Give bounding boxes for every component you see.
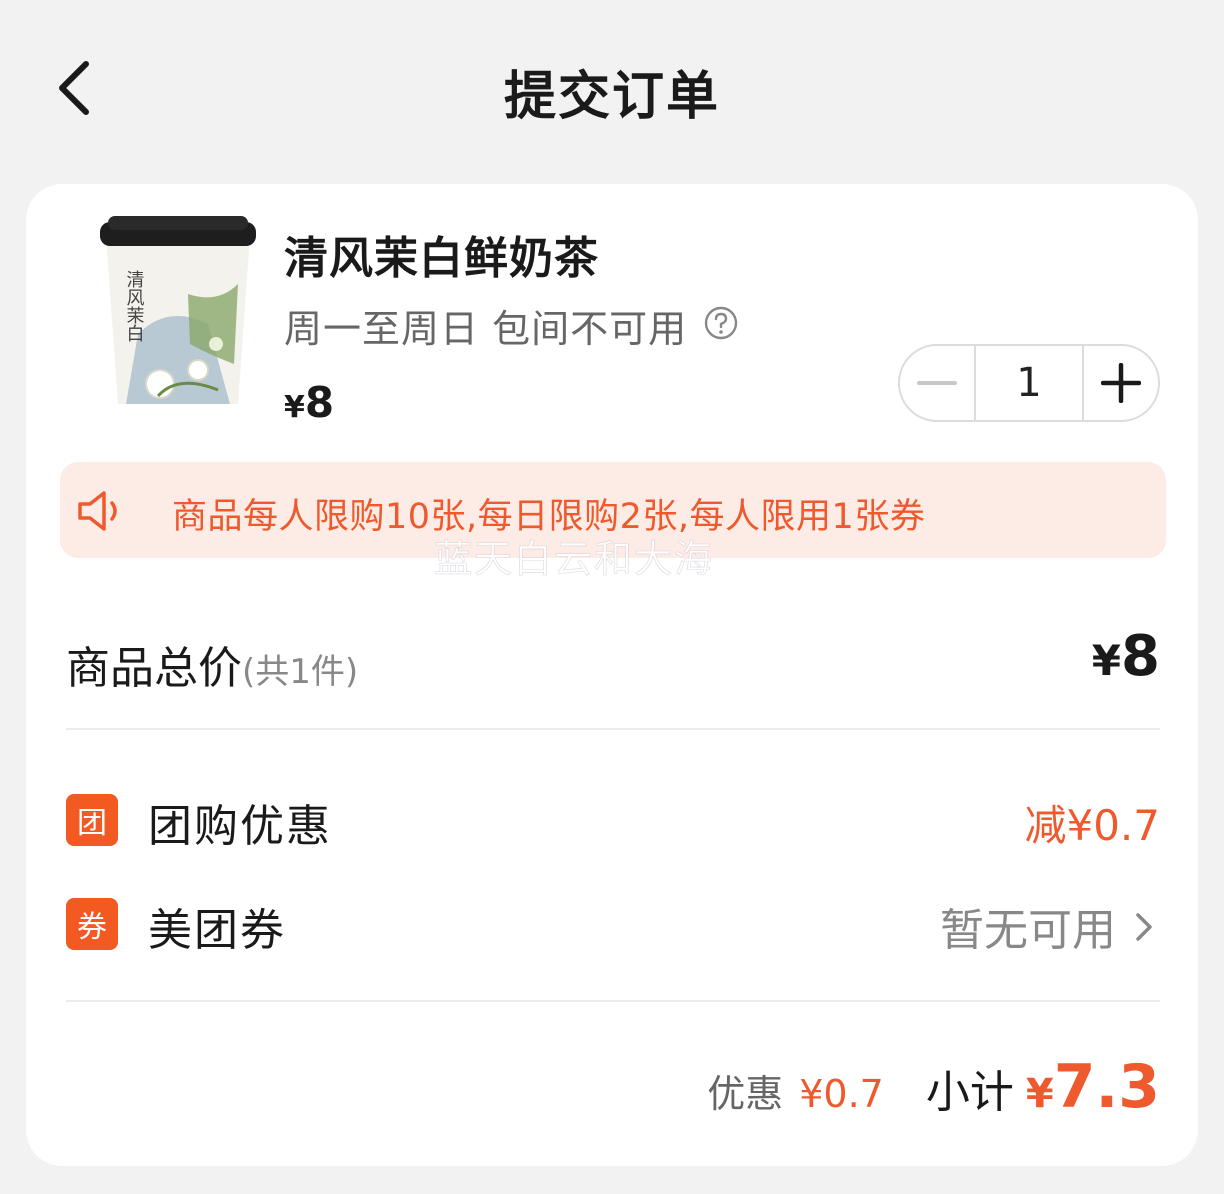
quantity-stepper: 1 (898, 344, 1160, 422)
chevron-right-icon (1136, 913, 1152, 941)
coupon-value: 暂无可用 (940, 905, 1116, 956)
page-title: 提交订单 (503, 67, 720, 127)
decrease-button[interactable] (900, 346, 974, 420)
group-badge-icon: 团 (66, 794, 118, 846)
total-price-row: 商品总价(共1件) ¥8 (66, 624, 1160, 704)
total-label-text: 商品总价 (66, 643, 242, 694)
subtotal-label: 小计 (925, 1067, 1014, 1118)
product-name: 清风茉白鲜奶茶 (284, 233, 599, 284)
coupon-label: 美团券 (148, 905, 286, 956)
minus-icon (917, 381, 957, 385)
quantity-value[interactable]: 1 (974, 344, 1084, 422)
total-label: 商品总价(共1件) (66, 632, 358, 696)
coupon-row[interactable]: 券 美团券 暂无可用 (66, 892, 1160, 962)
header: 提交订单 (0, 0, 1224, 180)
help-icon[interactable] (704, 306, 738, 340)
plus-icon (1101, 363, 1141, 403)
group-discount-value: 减¥0.7 (1024, 801, 1160, 850)
cup-label: 清风茉白 (124, 270, 145, 342)
product-price: ¥8 (284, 378, 334, 427)
subtotal-row: 优惠 ¥0.7 小计 ¥ 7.3 (66, 1052, 1160, 1132)
subtotal-value: 7.3 (1053, 1052, 1160, 1122)
total-price-value: 8 (1121, 624, 1160, 689)
total-price-currency: ¥ (1091, 636, 1122, 685)
discount-summary-label: 优惠 (707, 1072, 784, 1116)
coupon-badge-icon: 券 (66, 898, 118, 950)
product-image[interactable]: 清风茉白 (98, 214, 258, 408)
product-price-value: 8 (304, 378, 335, 427)
discount-summary-value: ¥0.7 (799, 1072, 884, 1116)
speaker-icon (78, 491, 117, 531)
subtotal-currency: ¥ (1025, 1071, 1054, 1117)
total-price: ¥8 (1092, 624, 1160, 689)
total-count: (共1件) (242, 652, 359, 692)
watermark: 蓝天白云和大海 (434, 537, 715, 582)
group-discount-label: 团购优惠 (148, 801, 332, 852)
group-discount-row: 团 团购优惠 减¥0.7 (66, 788, 1160, 858)
divider (66, 1000, 1160, 1002)
increase-button[interactable] (1084, 346, 1158, 420)
product-availability: 周一至周日 包间不可用 (284, 307, 688, 351)
divider (66, 728, 1160, 730)
order-card: 清风茉白 清风茉白鲜奶茶 周一至周日 包间不可用 ¥8 1 商品每人限购10张,… (26, 184, 1198, 1166)
product-price-currency: ¥ (284, 390, 305, 425)
